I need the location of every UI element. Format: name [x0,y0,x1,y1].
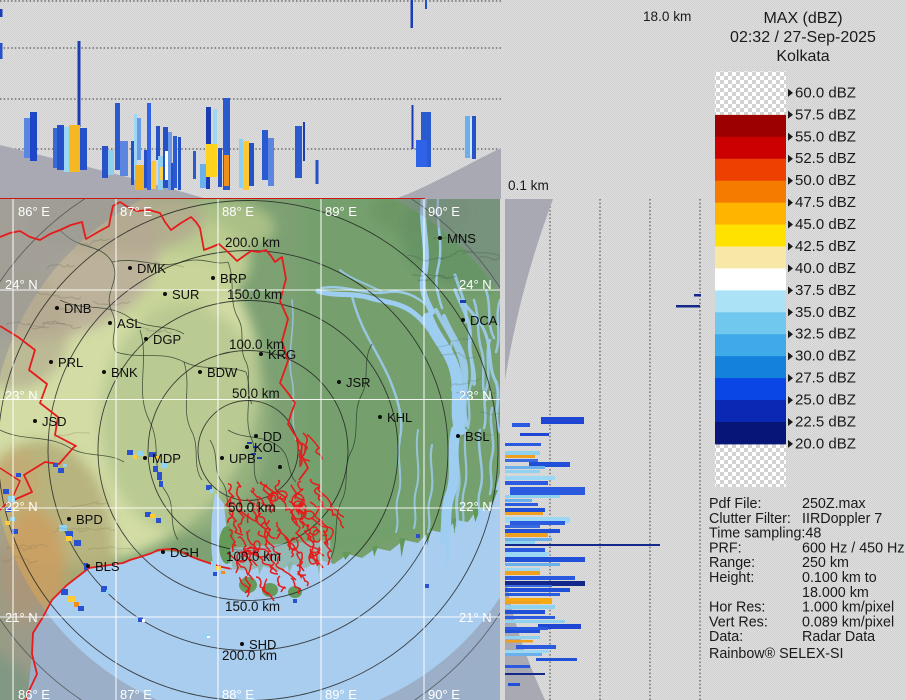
svg-text:0.089 km/pixel: 0.089 km/pixel [802,614,894,630]
svg-text:89° E: 89° E [325,204,357,219]
svg-text:47.5 dBZ: 47.5 dBZ [795,194,856,211]
svg-text:Kolkata: Kolkata [776,48,829,65]
svg-text:KRG: KRG [268,347,296,362]
svg-text:24° N: 24° N [5,277,38,292]
svg-text:PRF:: PRF: [709,540,742,556]
svg-text:87° E: 87° E [120,204,152,219]
svg-text:Range:: Range: [709,555,755,571]
svg-text:DNB: DNB [64,301,91,316]
svg-text:40.0 dBZ: 40.0 dBZ [795,260,856,277]
svg-text:100.0 km: 100.0 km [226,549,281,564]
svg-text:90° E: 90° E [428,687,460,700]
svg-text:22° N: 22° N [459,499,492,514]
svg-text:KOL: KOL [254,440,280,455]
svg-text:DGP: DGP [153,332,181,347]
svg-text:JSD: JSD [42,414,67,429]
svg-text:DMK: DMK [137,261,166,276]
svg-text:600 Hz / 450 Hz: 600 Hz / 450 Hz [802,540,905,556]
svg-text:BNK: BNK [111,365,138,380]
svg-text:MDP: MDP [152,451,181,466]
svg-text:Radar Data: Radar Data [802,629,875,645]
svg-text:Height:: Height: [709,570,754,586]
svg-text:30.0 dBZ: 30.0 dBZ [795,348,856,365]
svg-text:0.100 km to: 0.100 km to [802,570,877,586]
svg-text:89° E: 89° E [325,687,357,700]
svg-text:SHD: SHD [249,637,276,652]
svg-text:0.1 km: 0.1 km [508,178,549,193]
svg-text:87° E: 87° E [120,687,152,700]
svg-text:32.5 dBZ: 32.5 dBZ [795,326,856,343]
svg-text:DCA: DCA [470,313,498,328]
svg-text:250Z.max: 250Z.max [802,496,866,512]
svg-text:45.0 dBZ: 45.0 dBZ [795,216,856,233]
svg-text:Time sampling:48: Time sampling:48 [709,526,821,542]
svg-text:18.0 km: 18.0 km [643,9,691,24]
svg-text:Data:: Data: [709,629,743,645]
svg-text:52.5 dBZ: 52.5 dBZ [795,150,856,167]
svg-text:BRP: BRP [220,271,247,286]
svg-text:50.0 dBZ: 50.0 dBZ [795,172,856,189]
svg-text:Pdf File:: Pdf File: [709,496,761,512]
svg-text:Vert Res:: Vert Res: [709,614,768,630]
svg-text:60.0 dBZ: 60.0 dBZ [795,84,856,101]
svg-text:37.5 dBZ: 37.5 dBZ [795,282,856,299]
svg-text:55.0 dBZ: 55.0 dBZ [795,128,856,145]
svg-text:50.0 km: 50.0 km [232,386,280,401]
svg-text:Clutter Filter:: Clutter Filter: [709,511,791,527]
svg-text:88° E: 88° E [222,204,254,219]
svg-text:KHL: KHL [387,410,412,425]
svg-text:88° E: 88° E [222,687,254,700]
svg-text:50.0 km: 50.0 km [228,500,276,515]
svg-text:21° N: 21° N [459,610,492,625]
svg-text:IIRDoppler 7: IIRDoppler 7 [802,511,882,527]
svg-text:22.5 dBZ: 22.5 dBZ [795,414,856,431]
svg-text:ASL: ASL [117,316,142,331]
svg-text:PRL: PRL [58,355,83,370]
svg-text:150.0 km: 150.0 km [225,599,280,614]
svg-text:57.5 dBZ: 57.5 dBZ [795,106,856,123]
svg-text:86° E: 86° E [18,204,50,219]
svg-text:24° N: 24° N [459,277,492,292]
svg-text:42.5 dBZ: 42.5 dBZ [795,238,856,255]
svg-text:Hor Res:: Hor Res: [709,600,765,616]
svg-text:BDW: BDW [207,365,238,380]
svg-text:25.0 dBZ: 25.0 dBZ [795,392,856,409]
svg-text:20.0 dBZ: 20.0 dBZ [795,435,856,452]
svg-text:BPD: BPD [76,512,103,527]
svg-text:Rainbow® SELEX-SI: Rainbow® SELEX-SI [709,646,844,662]
svg-text:UPB: UPB [229,451,256,466]
svg-text:250 km: 250 km [802,555,849,571]
svg-text:23° N: 23° N [5,388,38,403]
svg-text:1.000 km/pixel: 1.000 km/pixel [802,600,894,616]
svg-text:SUR: SUR [172,287,199,302]
svg-text:18.000 km: 18.000 km [802,585,869,601]
svg-text:BSL: BSL [465,429,490,444]
svg-text:BLS: BLS [95,559,120,574]
svg-text:21° N: 21° N [5,610,38,625]
svg-text:MAX (dBZ): MAX (dBZ) [763,10,842,27]
svg-text:200.0 km: 200.0 km [225,235,280,250]
svg-text:150.0 km: 150.0 km [227,287,282,302]
svg-text:35.0 dBZ: 35.0 dBZ [795,304,856,321]
svg-text:MNS: MNS [447,231,476,246]
svg-text:22° N: 22° N [5,499,38,514]
svg-text:JSR: JSR [346,375,371,390]
svg-text:90° E: 90° E [428,204,460,219]
svg-text:86° E: 86° E [18,687,50,700]
svg-text:27.5 dBZ: 27.5 dBZ [795,370,856,387]
svg-text:DGH: DGH [170,545,199,560]
svg-text:23° N: 23° N [459,388,492,403]
svg-text:02:32 / 27-Sep-2025: 02:32 / 27-Sep-2025 [730,29,876,46]
